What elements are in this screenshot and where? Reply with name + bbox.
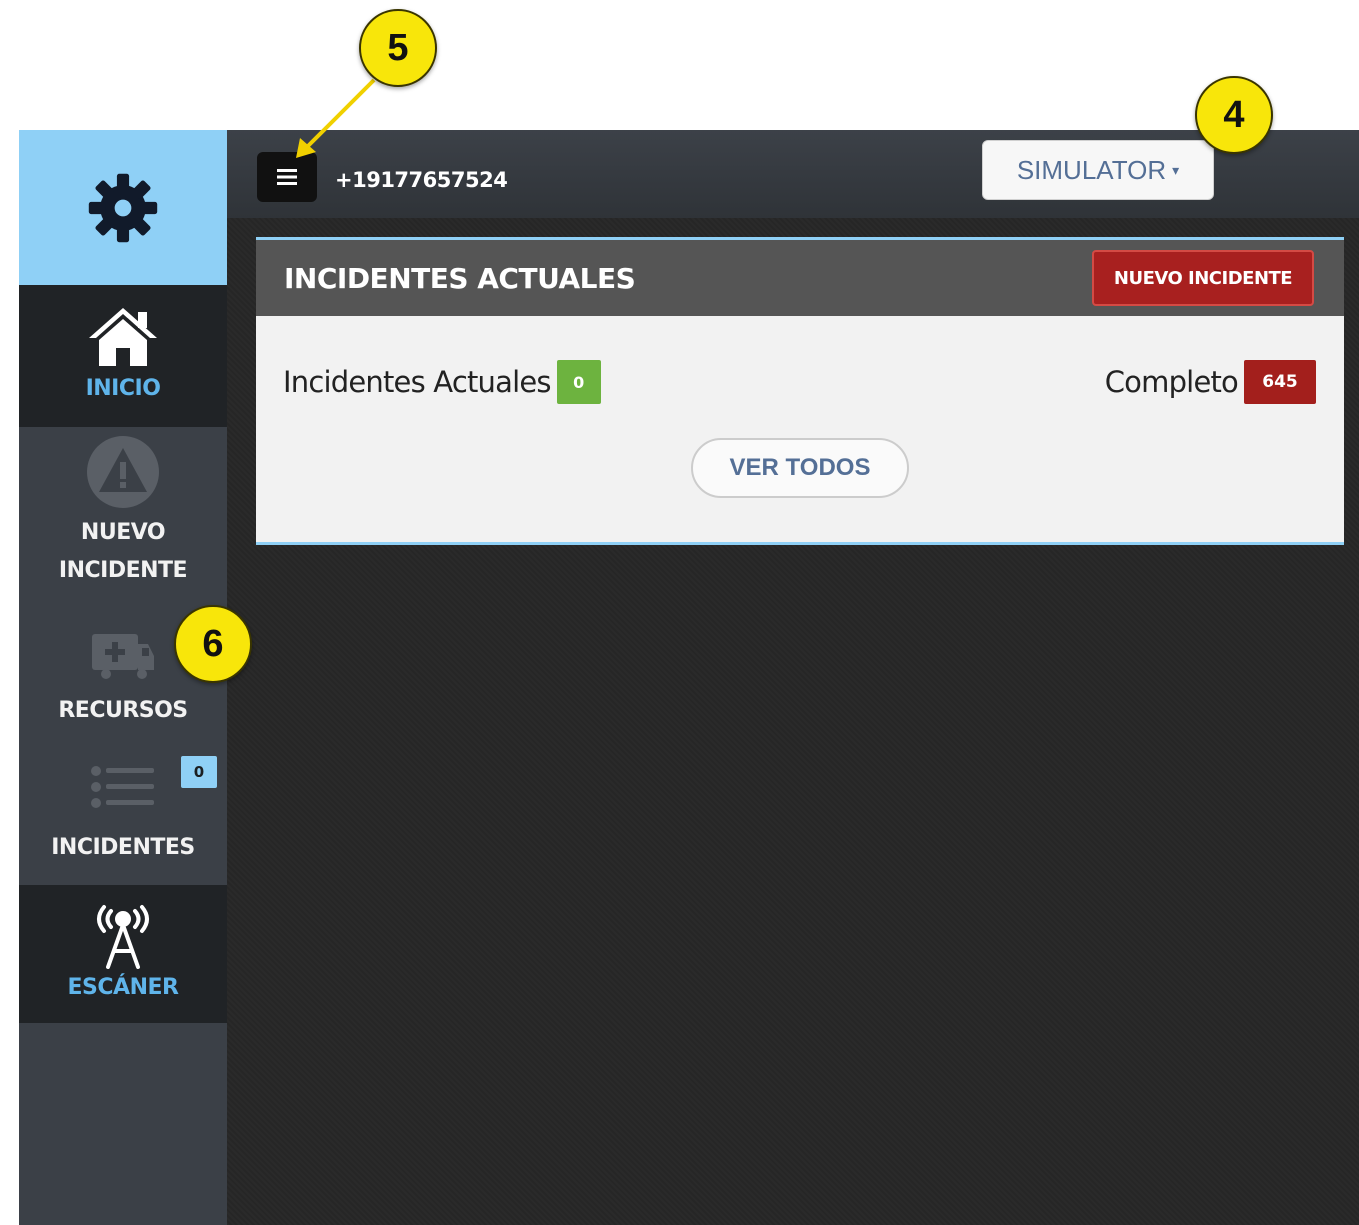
sidebar-item-label: RECURSOS <box>58 698 188 723</box>
new-incident-button[interactable]: NUEVO INCIDENTE <box>1092 250 1314 306</box>
warning-icon <box>87 436 159 508</box>
sidebar-item-nuevo-incidente[interactable]: NUEVO INCIDENTE <box>19 427 227 597</box>
home-icon <box>89 308 157 366</box>
simulator-dropdown[interactable]: SIMULATOR ▾ <box>982 140 1214 200</box>
gear-icon <box>88 173 158 242</box>
sidebar-item-label: ESCÁNER <box>67 975 179 1000</box>
menu-toggle-button[interactable] <box>257 152 317 202</box>
sidebar-item-inicio[interactable]: INICIO <box>19 285 227 427</box>
completed-stat: Completo 645 <box>1105 360 1316 404</box>
top-bar: +19177657524 SIMULATOR ▾ <box>227 130 1359 218</box>
current-incidents-panel: INCIDENTES ACTUALES NUEVO INCIDENTE Inci… <box>256 237 1344 545</box>
callout-4: 4 <box>1195 76 1273 154</box>
sidebar-item-label: NUEVO <box>80 520 166 545</box>
simulator-label: SIMULATOR <box>1016 154 1167 185</box>
completed-count: 645 <box>1244 360 1316 404</box>
sidebar-item-label: INCIDENTES <box>51 835 195 860</box>
sidebar-item-label: INICIO <box>85 376 161 401</box>
radio-tower-icon <box>97 905 149 969</box>
list-icon <box>91 766 154 808</box>
caret-down-icon: ▾ <box>1172 161 1180 178</box>
current-incidents-label: Incidentes Actuales <box>283 365 552 399</box>
current-incidents-count: 0 <box>556 360 601 404</box>
app-screenshot: INICIO NUEVO INCIDENTE RECURSOS INCIDENT… <box>0 0 1359 1225</box>
sidebar-item-label: INCIDENTE <box>58 558 188 583</box>
callout-6: 6 <box>174 605 252 683</box>
incidents-count-badge: 0 <box>181 756 217 788</box>
panel-title: INCIDENTES ACTUALES <box>284 262 636 295</box>
ambulance-icon <box>92 634 154 679</box>
current-incidents-stat: Incidentes Actuales 0 <box>283 360 601 404</box>
panel-header: INCIDENTES ACTUALES NUEVO INCIDENTE <box>256 240 1344 316</box>
sidebar-item-escaner[interactable]: ESCÁNER <box>19 885 227 1023</box>
view-all-button[interactable]: VER TODOS <box>691 438 909 498</box>
completed-label: Completo <box>1104 365 1239 399</box>
callout-5: 5 <box>359 9 437 87</box>
logo-area[interactable] <box>19 130 227 285</box>
main-content: +19177657524 SIMULATOR ▾ INCIDENTES ACTU… <box>227 130 1359 1225</box>
hamburger-icon <box>277 169 297 185</box>
phone-number: +19177657524 <box>335 168 508 192</box>
